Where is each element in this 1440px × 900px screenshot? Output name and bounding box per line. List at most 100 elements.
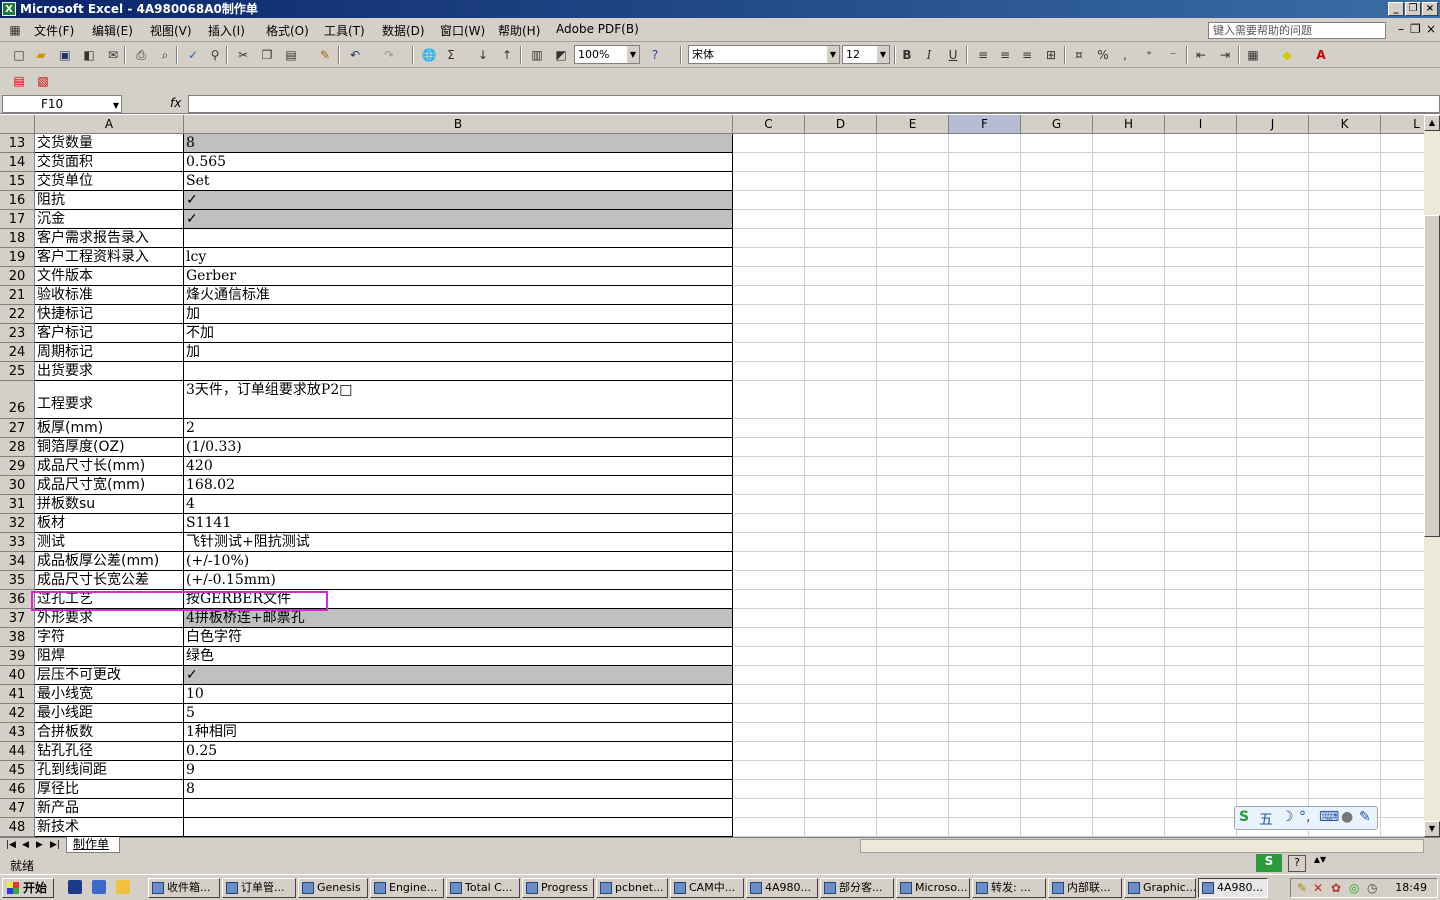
cut-icon[interactable]: ✂	[234, 46, 252, 64]
borders-icon[interactable]: ▦	[1244, 46, 1262, 64]
cell-b[interactable]: lcy	[184, 248, 733, 267]
cell-h[interactable]	[1093, 191, 1165, 210]
cell-f[interactable]	[949, 381, 1021, 419]
cell-b[interactable]: (1/0.33)	[184, 438, 733, 457]
cell-i[interactable]	[1165, 267, 1237, 286]
cell-e[interactable]	[877, 514, 949, 533]
cell-a[interactable]: 孔到线间距	[35, 761, 184, 780]
cell-f[interactable]	[949, 248, 1021, 267]
cell-i[interactable]	[1165, 191, 1237, 210]
taskbar-button[interactable]: 4A980...	[1198, 878, 1268, 898]
cell-e[interactable]	[877, 476, 949, 495]
cell-j[interactable]	[1237, 248, 1309, 267]
cell-i[interactable]	[1165, 533, 1237, 552]
cell-e[interactable]	[877, 609, 949, 628]
cell-j[interactable]	[1237, 134, 1309, 153]
cell-g[interactable]	[1021, 685, 1093, 704]
cell-a[interactable]: 文件版本	[35, 267, 184, 286]
cell-a[interactable]: 合拼板数	[35, 723, 184, 742]
cell-g[interactable]	[1021, 210, 1093, 229]
cell-b[interactable]: Set	[184, 172, 733, 191]
cell-k[interactable]	[1309, 419, 1381, 438]
menu-tools[interactable]: 工具(T)	[324, 22, 365, 39]
column-header-a[interactable]: A	[35, 115, 184, 134]
cell-j[interactable]	[1237, 761, 1309, 780]
align-center-icon[interactable]: ≡	[996, 46, 1014, 64]
cell-h[interactable]	[1093, 818, 1165, 837]
cell-k[interactable]	[1309, 590, 1381, 609]
cell-f[interactable]	[949, 723, 1021, 742]
cell-c[interactable]	[733, 799, 805, 818]
cell-h[interactable]	[1093, 609, 1165, 628]
cell-l[interactable]	[1381, 590, 1424, 609]
cell-b[interactable]: 不加	[184, 324, 733, 343]
cell-i[interactable]	[1165, 609, 1237, 628]
cell-c[interactable]	[733, 229, 805, 248]
sogou-icon[interactable]: S	[1239, 809, 1249, 825]
cell-a[interactable]: 新技术	[35, 818, 184, 837]
menu-view[interactable]: 视图(V)	[150, 22, 192, 39]
cell-d[interactable]	[805, 818, 877, 837]
row-header[interactable]: 18	[0, 229, 35, 248]
cell-j[interactable]	[1237, 666, 1309, 685]
cell-b[interactable]: 420	[184, 457, 733, 476]
cell-c[interactable]	[733, 666, 805, 685]
cell-f[interactable]	[949, 571, 1021, 590]
cell-l[interactable]	[1381, 666, 1424, 685]
cell-g[interactable]	[1021, 229, 1093, 248]
cell-e[interactable]	[877, 742, 949, 761]
cell-k[interactable]	[1309, 172, 1381, 191]
taskbar-button[interactable]: Total C...	[446, 878, 520, 898]
cell-l[interactable]	[1381, 267, 1424, 286]
cell-g[interactable]	[1021, 818, 1093, 837]
cell-c[interactable]	[733, 153, 805, 172]
cell-c[interactable]	[733, 134, 805, 153]
taskbar-button[interactable]: 内部联...	[1048, 878, 1122, 898]
cell-i[interactable]	[1165, 248, 1237, 267]
cell-g[interactable]	[1021, 153, 1093, 172]
cell-d[interactable]	[805, 476, 877, 495]
taskbar-button[interactable]: pcbnet...	[596, 878, 668, 898]
cell-d[interactable]	[805, 647, 877, 666]
row-header[interactable]: 16	[0, 191, 35, 210]
menu-data[interactable]: 数据(D)	[382, 22, 425, 39]
cell-b[interactable]: 飞针测试+阻抗测试	[184, 533, 733, 552]
cell-f[interactable]	[949, 609, 1021, 628]
cell-k[interactable]	[1309, 761, 1381, 780]
cell-k[interactable]	[1309, 685, 1381, 704]
row-header[interactable]: 44	[0, 742, 35, 761]
cell-e[interactable]	[877, 229, 949, 248]
underline-button[interactable]: U	[944, 46, 962, 64]
cell-j[interactable]	[1237, 305, 1309, 324]
cell-j[interactable]	[1237, 723, 1309, 742]
cell-k[interactable]	[1309, 723, 1381, 742]
cell-a[interactable]: 成品尺寸长宽公差	[35, 571, 184, 590]
cell-d[interactable]	[805, 210, 877, 229]
cell-h[interactable]	[1093, 723, 1165, 742]
cell-c[interactable]	[733, 476, 805, 495]
cell-c[interactable]	[733, 628, 805, 647]
cell-a[interactable]: 测试	[35, 533, 184, 552]
cell-b[interactable]: 3天件，订单组要求放P2□	[184, 381, 733, 419]
row-header[interactable]: 38	[0, 628, 35, 647]
cell-f[interactable]	[949, 799, 1021, 818]
cell-l[interactable]	[1381, 704, 1424, 723]
row-header[interactable]: 35	[0, 571, 35, 590]
cell-c[interactable]	[733, 362, 805, 381]
font-size-select[interactable]: 12 ▼	[842, 45, 890, 64]
cell-h[interactable]	[1093, 172, 1165, 191]
cell-i[interactable]	[1165, 666, 1237, 685]
pdf-email-icon[interactable]: ▧	[34, 72, 52, 90]
cell-l[interactable]	[1381, 723, 1424, 742]
cell-c[interactable]	[733, 438, 805, 457]
cell-h[interactable]	[1093, 210, 1165, 229]
row-header[interactable]: 30	[0, 476, 35, 495]
cell-f[interactable]	[949, 476, 1021, 495]
cell-d[interactable]	[805, 362, 877, 381]
row-header[interactable]: 46	[0, 780, 35, 799]
cell-k[interactable]	[1309, 305, 1381, 324]
cell-e[interactable]	[877, 723, 949, 742]
email-icon[interactable]: ✉	[104, 46, 122, 64]
cell-h[interactable]	[1093, 134, 1165, 153]
currency-icon[interactable]: ¤	[1070, 46, 1088, 64]
